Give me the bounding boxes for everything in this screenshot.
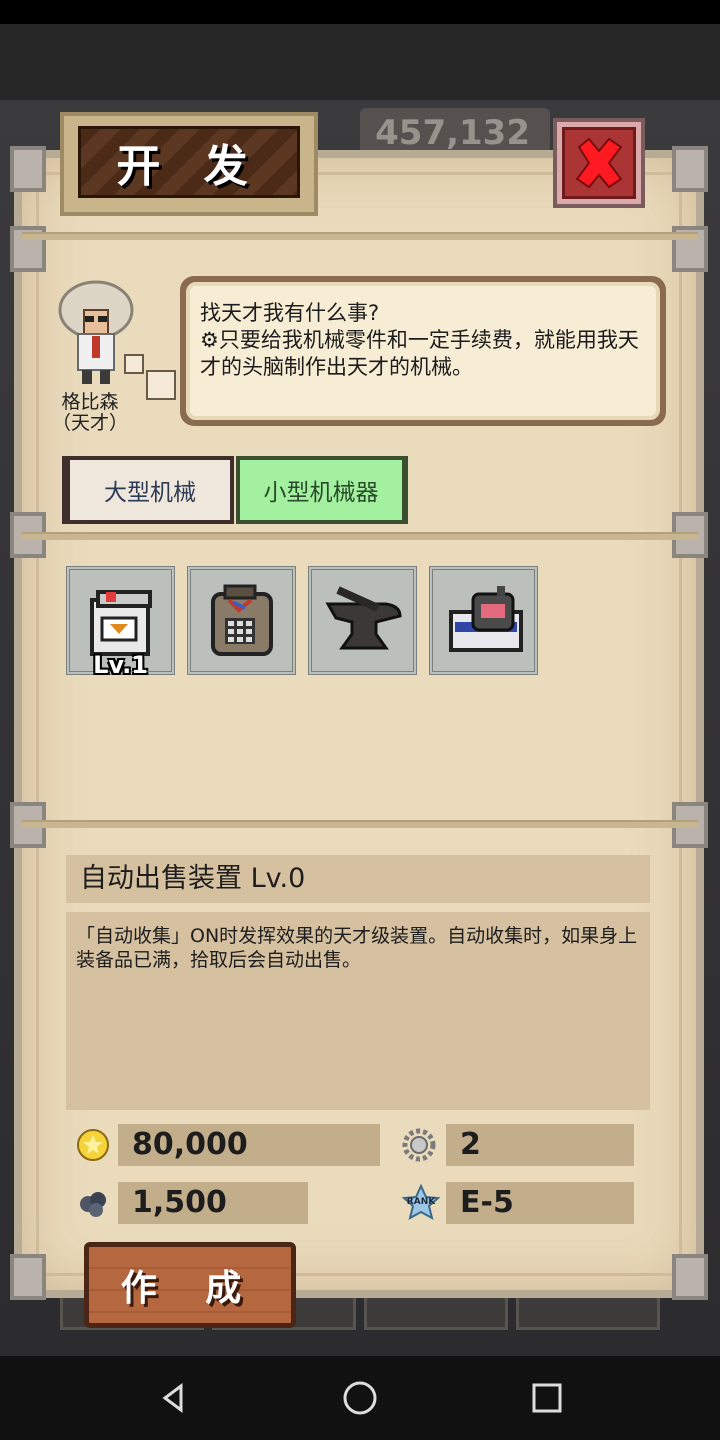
item-slot-register[interactable] (187, 566, 296, 675)
detail-description: 「自动收集」ON时发挥效果的天才级装置。自动收集时，如果身上装备品已满，拾取后会… (66, 912, 650, 1110)
back-icon (162, 1383, 183, 1413)
npc-name-line2: （天才） (51, 412, 128, 434)
gold-cost: 80,000 (118, 1124, 380, 1166)
frame-knob (10, 146, 46, 192)
ore-cost: 1,500 (118, 1182, 308, 1224)
rank-icon: RANK (398, 1184, 444, 1220)
close-button[interactable] (553, 118, 645, 208)
frame-knob (672, 146, 708, 192)
speech-bubble: 找天才我有什么事? ⚙只要给我机械零件和一定手续费，就能用我天才的头脑制作出天才… (180, 276, 666, 426)
anvil-icon (325, 586, 402, 650)
gear-icon: ⚙ (200, 328, 219, 352)
gear-parts-icon (402, 1128, 436, 1162)
dialog-line1: 找天才我有什么事? (200, 301, 380, 325)
status-bar (0, 0, 720, 24)
parts-cost: 2 (446, 1124, 634, 1166)
recents-button[interactable] (517, 1368, 577, 1428)
close-icon (575, 137, 623, 189)
home-icon (343, 1381, 377, 1415)
android-nav-bar (0, 1356, 720, 1440)
tab-large-machines[interactable]: 大型机械 (62, 456, 234, 524)
back-button[interactable] (143, 1368, 203, 1428)
frame-knob (10, 1254, 46, 1300)
item-slot-printer[interactable] (429, 566, 538, 675)
speech-dot (124, 354, 144, 374)
frame-knob (672, 1254, 708, 1300)
top-band (0, 24, 720, 102)
rank-icon-text: RANK (406, 1197, 436, 1207)
divider (22, 232, 698, 240)
recents-icon (532, 1383, 562, 1413)
tab-small-machines[interactable]: 小型机械器 (236, 456, 408, 524)
divider (22, 820, 698, 828)
npc-name-line1: 格比森 (61, 391, 119, 413)
dialog-line2: ⚙只要给我机械零件和一定手续费，就能用我天才的头脑制作出天才的机械。 (200, 327, 646, 381)
item-level: Lv.1 (93, 651, 148, 679)
title-plate: 开 发 (60, 112, 318, 216)
rank-requirement: E-5 (446, 1182, 634, 1224)
ore-icon (80, 1192, 106, 1217)
create-button-label: 作 成 (120, 1268, 260, 1309)
home-button[interactable] (330, 1368, 390, 1428)
npc-name: 格比森 （天才） (50, 392, 130, 434)
item-slot-anvil[interactable] (308, 566, 417, 675)
dialog-line2-text: 只要给我机械零件和一定手续费，就能用我天才的头脑制作出天才的机械。 (200, 328, 639, 379)
window-title: 开 发 (116, 141, 262, 192)
detail-title: 自动出售装置 Lv.0 (66, 855, 650, 903)
create-button[interactable]: 作 成 (84, 1242, 296, 1328)
gold-coin-icon (77, 1129, 109, 1161)
cash-register-device-icon (211, 584, 273, 656)
divider (22, 532, 698, 540)
printer-machine-icon (449, 586, 523, 652)
speech-dot (146, 370, 176, 400)
item-slot-auto-sell[interactable]: Lv.1 (66, 566, 175, 679)
